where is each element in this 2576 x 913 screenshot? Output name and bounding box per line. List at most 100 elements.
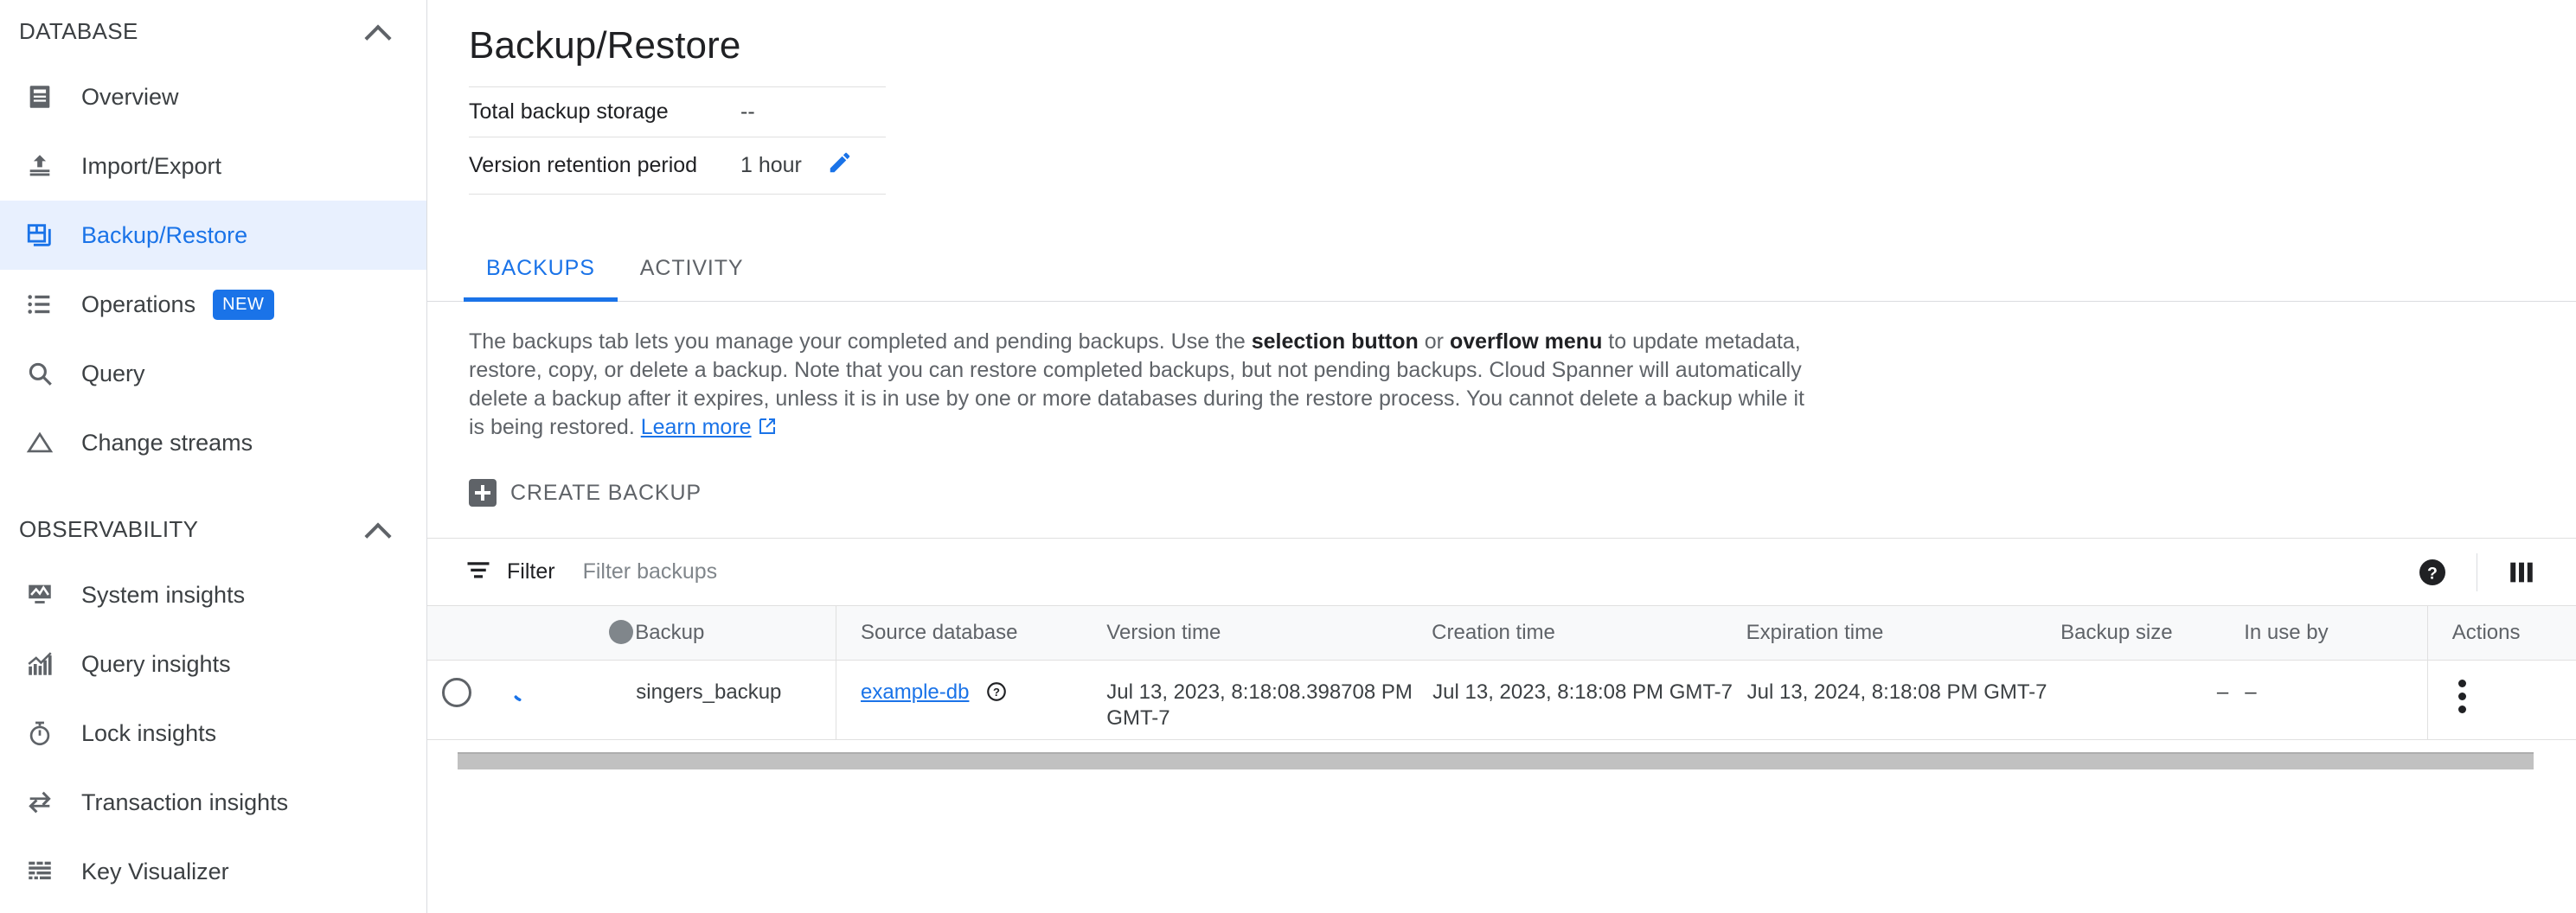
th-creation-time[interactable]: Creation time xyxy=(1432,606,1746,661)
svg-text:?: ? xyxy=(2427,564,2438,583)
sidebar-section-database[interactable]: DATABASE xyxy=(0,0,426,62)
summary-value-cell: 1 hour xyxy=(737,137,886,195)
sidebar-item-import-export[interactable]: Import/Export xyxy=(0,131,426,201)
desc-bold-overflow-menu: overflow menu xyxy=(1449,329,1603,354)
summary-value: 1 hour xyxy=(740,153,802,177)
sidebar-item-transaction-insights[interactable]: Transaction insights xyxy=(0,768,426,837)
row-expiration-time: Jul 13, 2024, 8:18:08 PM GMT-7 xyxy=(1746,660,2061,740)
bar-chart-icon xyxy=(19,643,61,685)
desc-part-2: or xyxy=(1418,329,1450,354)
summary-table: Total backup storage -- Version retentio… xyxy=(469,86,886,195)
th-source-database[interactable]: Source database xyxy=(836,606,1083,661)
table-header-row: Backup Source database Version time Crea… xyxy=(427,606,2576,661)
row-backup-name: singers_backup xyxy=(635,660,836,740)
horizontal-scrollbar-track[interactable] xyxy=(427,751,2576,775)
summary-row-total-backup-storage: Total backup storage -- xyxy=(469,86,886,137)
th-expiration-time[interactable]: Expiration time xyxy=(1746,606,2061,661)
pencil-icon[interactable] xyxy=(827,150,853,182)
main-content: Backup/Restore Total backup storage -- V… xyxy=(427,0,2576,913)
sidebar-item-label: Key Visualizer xyxy=(81,858,229,884)
help-outline-icon[interactable]: ? xyxy=(985,680,1008,710)
column-settings-icon[interactable] xyxy=(2493,544,2550,601)
horizontal-scrollbar-thumb[interactable] xyxy=(458,751,2534,769)
learn-more-link[interactable]: Learn more xyxy=(641,415,752,439)
plus-box-icon xyxy=(469,479,497,507)
th-backup[interactable]: Backup xyxy=(635,606,836,661)
row-creation-time: Jul 13, 2023, 8:18:08 PM GMT-7 xyxy=(1432,660,1746,740)
heatmap-grid-icon xyxy=(19,851,61,892)
database-overview-icon xyxy=(19,76,61,118)
sidebar-item-system-insights[interactable]: System insights xyxy=(0,560,426,629)
th-backup-size[interactable]: Backup size xyxy=(2060,606,2245,661)
th-in-use-by[interactable]: In use by xyxy=(2244,606,2428,661)
sidebar-item-change-streams[interactable]: Change streams xyxy=(0,408,426,477)
sidebar-item-label: Transaction insights xyxy=(81,788,289,815)
sidebar-section-observability[interactable]: OBSERVABILITY xyxy=(0,498,426,560)
sidebar-item-lock-insights[interactable]: Lock insights xyxy=(0,699,426,768)
overflow-menu-icon[interactable] xyxy=(2457,679,2466,713)
desc-bold-selection-button: selection button xyxy=(1251,329,1419,354)
row-actions-cell xyxy=(2426,660,2576,740)
search-icon xyxy=(19,353,61,394)
swap-arrows-icon xyxy=(19,782,61,823)
tab-backups[interactable]: BACKUPS xyxy=(464,236,618,302)
row-radio-button[interactable] xyxy=(442,677,471,707)
summary-row-version-retention-period: Version retention period 1 hour xyxy=(469,137,886,195)
row-select-cell xyxy=(427,660,508,740)
status-dot-icon xyxy=(608,620,633,645)
page-title: Backup/Restore xyxy=(469,24,741,67)
triangle-icon xyxy=(19,422,61,463)
backups-table: Backup Source database Version time Crea… xyxy=(427,606,2576,740)
chevron-up-icon[interactable] xyxy=(366,517,390,541)
th-status xyxy=(567,606,636,661)
filter-icon[interactable] xyxy=(465,557,491,587)
sidebar-item-label: Query insights xyxy=(81,650,231,677)
svg-text:?: ? xyxy=(993,685,1000,698)
backups-description: The backups tab lets you manage your com… xyxy=(469,328,1818,444)
new-badge: NEW xyxy=(213,289,274,320)
sidebar-item-key-visualizer[interactable]: Key Visualizer xyxy=(0,837,426,906)
row-version-time: Jul 13, 2023, 8:18:08.398708 PM GMT-7 xyxy=(1082,660,1432,740)
table-row[interactable]: singers_backup example-db ? Jul 13, 2023… xyxy=(427,660,2576,740)
sidebar-item-backup-restore[interactable]: Backup/Restore xyxy=(0,201,426,270)
sidebar-item-label: Import/Export xyxy=(81,152,222,179)
sidebar-item-query-insights[interactable]: Query insights xyxy=(0,629,426,699)
th-version-time[interactable]: Version time xyxy=(1082,606,1432,661)
sidebar: DATABASE Overview Import/Export Backup/R… xyxy=(0,0,427,913)
action-toolbar: CREATE BACKUP xyxy=(469,472,2576,514)
import-export-icon xyxy=(19,145,61,187)
filter-input[interactable] xyxy=(580,559,945,585)
help-filled-icon[interactable]: ? xyxy=(2404,544,2461,601)
summary-value: -- xyxy=(740,99,755,124)
source-database-link[interactable]: example-db xyxy=(861,680,969,704)
sidebar-item-query[interactable]: Query xyxy=(0,339,426,408)
external-link-icon[interactable] xyxy=(757,416,778,444)
backups-table-container: Filter ? xyxy=(427,538,2576,775)
th-spinner xyxy=(507,606,567,661)
sidebar-item-label: Change streams xyxy=(81,429,253,456)
sidebar-item-label: Query xyxy=(81,360,145,386)
sidebar-item-overview[interactable]: Overview xyxy=(0,62,426,131)
sidebar-item-operations[interactable]: Operations NEW xyxy=(0,270,426,339)
sidebar-item-label: Overview xyxy=(81,83,179,110)
desc-part-1: The backups tab lets you manage your com… xyxy=(469,329,1252,354)
tab-bar: BACKUPS ACTIVITY xyxy=(427,236,2576,302)
monitor-chart-icon xyxy=(19,574,61,616)
sidebar-item-label: Backup/Restore xyxy=(81,221,248,248)
tab-activity[interactable]: ACTIVITY xyxy=(618,236,766,301)
create-backup-button[interactable]: CREATE BACKUP xyxy=(469,472,710,514)
backup-restore-icon xyxy=(19,214,61,256)
sidebar-section-title: OBSERVABILITY xyxy=(19,515,199,542)
sidebar-item-label: Lock insights xyxy=(81,719,217,746)
th-actions: Actions xyxy=(2426,606,2576,661)
filter-label: Filter xyxy=(507,559,555,584)
sidebar-item-label: System insights xyxy=(81,581,246,608)
row-backup-size: – xyxy=(2060,660,2245,740)
row-status-cell xyxy=(567,660,636,740)
summary-key: Version retention period xyxy=(469,153,698,177)
chevron-up-icon[interactable] xyxy=(366,19,390,43)
row-spinner-cell xyxy=(507,660,567,740)
loading-spinner-icon xyxy=(509,678,535,704)
filter-actions: ? xyxy=(2404,544,2550,601)
app-root: DATABASE Overview Import/Export Backup/R… xyxy=(0,0,2576,913)
